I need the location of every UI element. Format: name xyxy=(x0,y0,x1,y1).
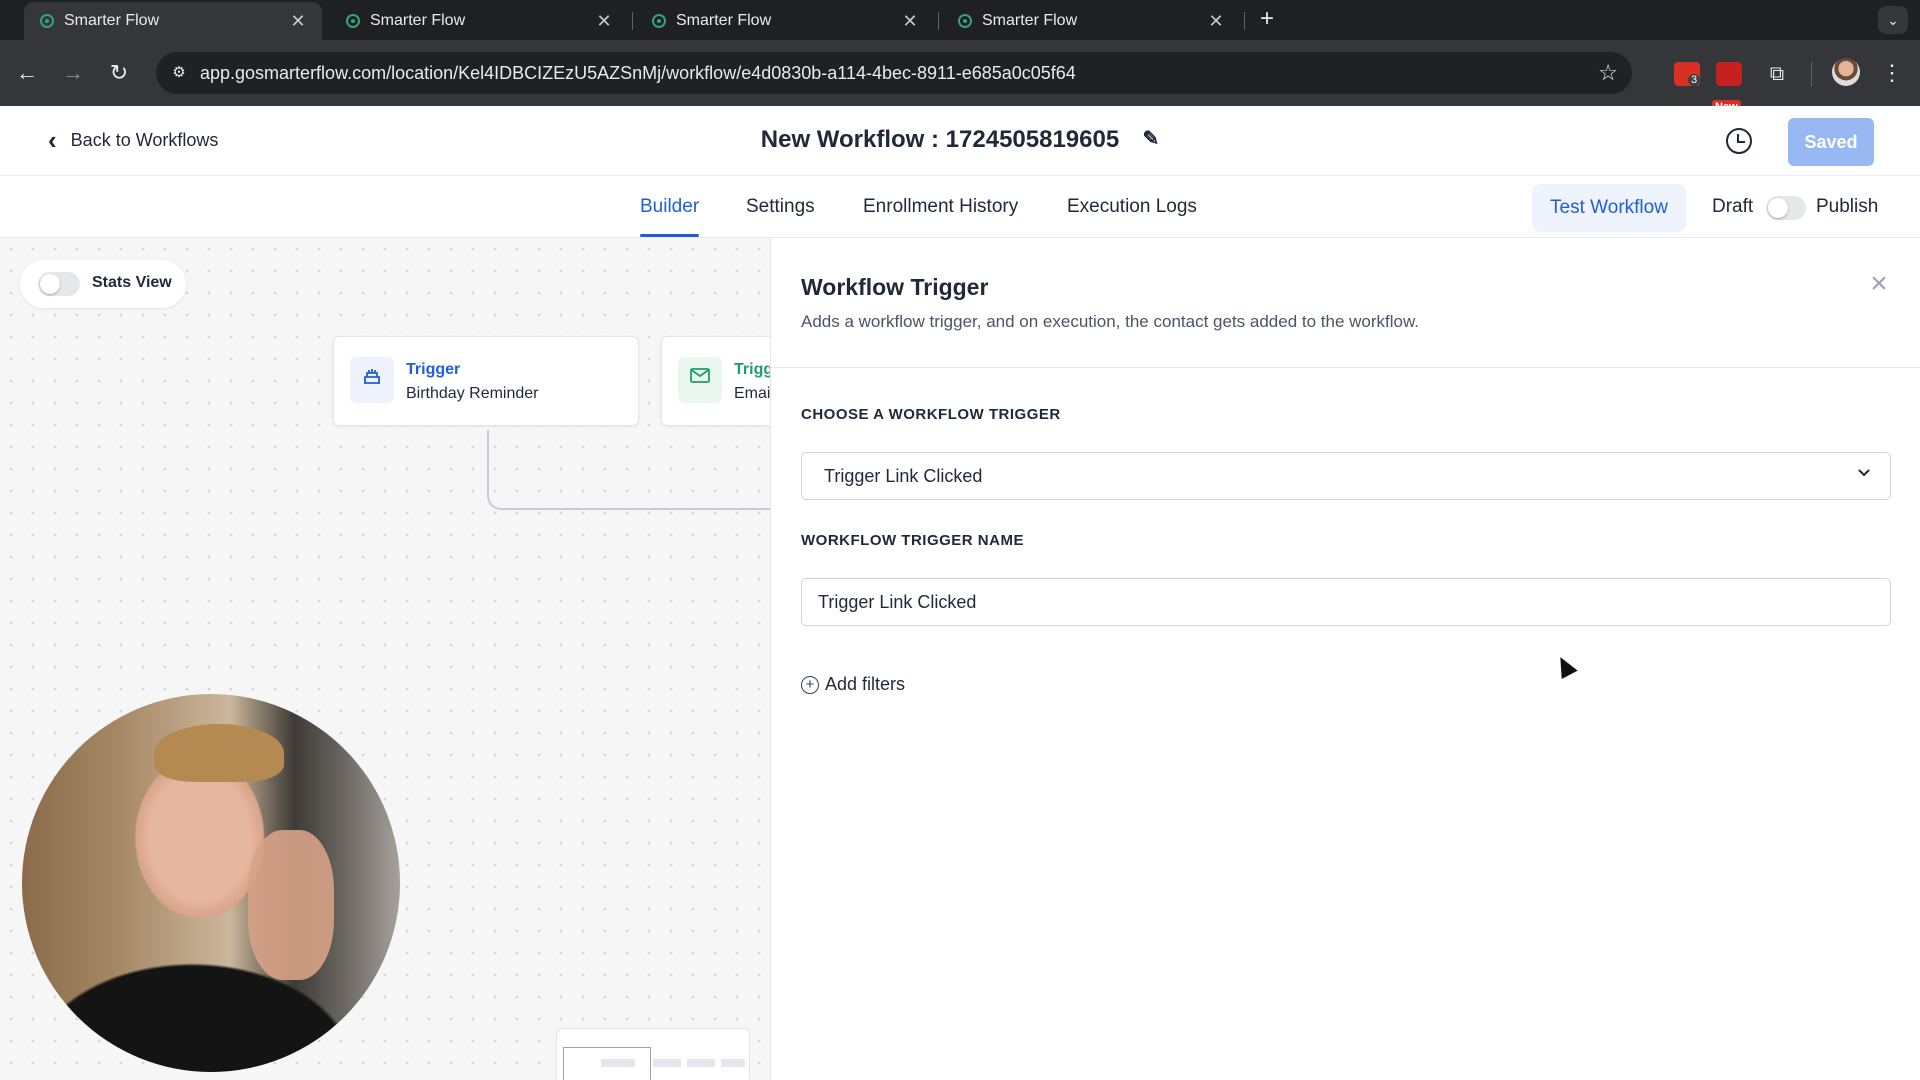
tab-enrollment-history[interactable]: Enrollment History xyxy=(863,196,1018,218)
saved-button[interactable]: Saved xyxy=(1788,118,1874,166)
node-name-label: Birthday Reminder xyxy=(406,385,539,402)
draft-label: Draft xyxy=(1712,196,1754,217)
trigger-name-input[interactable] xyxy=(801,578,1891,626)
node-kind-label: Trigg xyxy=(734,361,770,378)
tab-separator xyxy=(938,12,939,30)
history-clock-icon[interactable] xyxy=(1726,128,1752,154)
panel-title: Workflow Trigger xyxy=(801,274,989,300)
browser-toolbar: ← → ↻ ⚙ app.gosmarterflow.com/location/K… xyxy=(0,40,1920,114)
tab-settings[interactable]: Settings xyxy=(746,196,815,218)
pencil-icon[interactable]: ✎ xyxy=(1142,126,1159,151)
trigger-name-label: WORKFLOW TRIGGER NAME xyxy=(801,532,1024,549)
profile-avatar[interactable] xyxy=(1832,58,1860,86)
test-workflow-button[interactable]: Test Workflow xyxy=(1532,184,1686,232)
canvas-minimap[interactable] xyxy=(556,1028,750,1080)
chevron-down-icon xyxy=(1852,463,1876,489)
panel-description: Adds a workflow trigger, and on executio… xyxy=(801,312,1420,331)
reload-icon[interactable]: ↻ xyxy=(104,58,134,88)
tab-separator xyxy=(1244,12,1245,30)
minimap-node xyxy=(721,1059,745,1067)
panel-header: Workflow Trigger Adds a workflow trigger… xyxy=(771,238,1920,368)
url-text[interactable]: app.gosmarterflow.com/location/Kel4IDBCI… xyxy=(200,63,1076,84)
tab-builder[interactable]: Builder xyxy=(640,196,700,237)
browser-tab[interactable]: Smarter Flow ✕ xyxy=(942,2,1240,40)
browser-tab[interactable]: Smarter Flow ✕ xyxy=(24,2,322,40)
browser-tab-bar: Smarter Flow ✕ Smarter Flow ✕ Smarter Fl… xyxy=(0,0,1920,40)
browser-tab[interactable]: Smarter Flow ✕ xyxy=(330,2,628,40)
plus-circle-icon: + xyxy=(801,675,819,694)
extension-icon[interactable]: 3 xyxy=(1674,62,1701,86)
tab-title: Smarter Flow xyxy=(982,12,1078,29)
back-arrow-icon[interactable]: ← xyxy=(12,58,42,88)
toolbar-divider xyxy=(1811,62,1812,86)
workflow-tabs: Builder Settings Enrollment History Exec… xyxy=(0,176,1920,238)
site-favicon-icon xyxy=(652,14,666,28)
browser-tab[interactable]: Smarter Flow ✕ xyxy=(636,2,934,40)
tab-execution-logs[interactable]: Execution Logs xyxy=(1067,196,1197,218)
tab-separator xyxy=(632,12,633,30)
webcam-hand xyxy=(248,830,334,980)
site-favicon-icon xyxy=(958,14,972,28)
tab-search-chevron-icon[interactable]: ⌄ xyxy=(1878,6,1908,34)
forward-arrow-icon[interactable]: → xyxy=(58,58,88,88)
close-tab-icon[interactable]: ✕ xyxy=(288,11,308,32)
bookmark-star-icon[interactable]: ☆ xyxy=(1598,60,1618,86)
mail-icon xyxy=(678,357,722,403)
publish-toggle[interactable] xyxy=(1766,196,1806,220)
minimap-node xyxy=(687,1059,715,1067)
node-connector-line xyxy=(487,430,770,510)
trigger-select-value: Trigger Link Clicked xyxy=(824,466,983,486)
minimap-node xyxy=(653,1059,681,1067)
tab-title: Smarter Flow xyxy=(676,12,772,29)
site-favicon-icon xyxy=(40,14,54,28)
stats-view-switch: Stats View xyxy=(20,260,186,308)
trigger-select[interactable]: Trigger Link Clicked xyxy=(801,452,1891,500)
stats-view-toggle[interactable] xyxy=(38,272,80,296)
extensions-puzzle-icon[interactable]: ⧉ xyxy=(1764,62,1790,86)
back-label: Back to Workflows xyxy=(70,129,219,150)
tab-title: Smarter Flow xyxy=(370,12,466,29)
close-icon[interactable]: × xyxy=(1863,268,1895,300)
browser-menu-icon[interactable]: ⋮ xyxy=(1878,58,1906,88)
webcam-overlay xyxy=(22,694,400,1072)
add-filters-button[interactable]: + Add filters xyxy=(801,674,905,695)
chevron-left-icon: ‹ xyxy=(48,125,57,155)
node-kind-label: Trigger xyxy=(406,361,461,378)
webcam-hair xyxy=(154,724,284,782)
new-tab-plus-icon[interactable]: + xyxy=(1254,6,1280,32)
choose-trigger-label: CHOOSE A WORKFLOW TRIGGER xyxy=(801,406,1061,423)
workflow-title: New Workflow : 1724505819605 xyxy=(760,126,1120,153)
close-tab-icon[interactable]: ✕ xyxy=(594,11,614,32)
add-filters-label: Add filters xyxy=(825,674,906,694)
stats-view-label: Stats View xyxy=(92,274,172,291)
close-tab-icon[interactable]: ✕ xyxy=(900,11,920,32)
cake-icon xyxy=(350,357,394,403)
publish-label: Publish xyxy=(1816,196,1879,217)
minimap-node xyxy=(601,1059,635,1067)
trigger-node-birthday[interactable]: Trigger Birthday Reminder xyxy=(333,336,639,426)
close-tab-icon[interactable]: ✕ xyxy=(1206,11,1226,32)
workflow-title-row: New Workflow : 1724505819605 ✎ xyxy=(0,126,1920,154)
tab-title: Smarter Flow xyxy=(64,12,160,29)
site-settings-icon[interactable]: ⚙ xyxy=(166,60,192,86)
address-bar[interactable]: ⚙ app.gosmarterflow.com/location/Kel4IDB… xyxy=(156,52,1632,94)
extension-badge: 3 xyxy=(1688,74,1701,86)
site-favicon-icon xyxy=(346,14,360,28)
trigger-node-email[interactable]: Trigg Email xyxy=(661,336,770,426)
workflow-header: ‹ Back to Workflows New Workflow : 17245… xyxy=(0,106,1920,176)
workflow-canvas[interactable]: Stats View Trigger Birthday Reminder Tri… xyxy=(0,238,770,1080)
node-name-label: Email xyxy=(734,385,770,402)
extension-new-icon[interactable] xyxy=(1716,62,1742,86)
back-to-workflows-link[interactable]: ‹ Back to Workflows xyxy=(48,126,218,154)
workflow-trigger-panel: Workflow Trigger Adds a workflow trigger… xyxy=(770,238,1920,1080)
